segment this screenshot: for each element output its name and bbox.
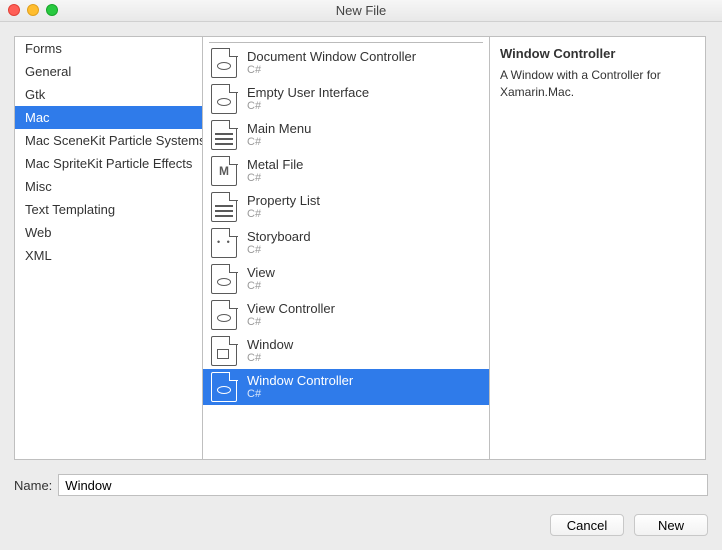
template-label: View — [247, 265, 275, 281]
category-item[interactable]: Text Templating — [15, 198, 202, 221]
category-item[interactable]: Forms — [15, 37, 202, 60]
template-sublabel: C# — [247, 100, 369, 113]
category-item[interactable]: Misc — [15, 175, 202, 198]
category-item[interactable]: XML — [15, 244, 202, 267]
file-icon — [211, 228, 237, 258]
minimize-icon[interactable] — [27, 4, 39, 16]
template-sublabel: C# — [247, 172, 303, 185]
file-icon — [211, 300, 237, 330]
file-icon: M — [211, 156, 237, 186]
file-icon — [211, 336, 237, 366]
file-icon — [211, 372, 237, 402]
name-label: Name: — [14, 478, 52, 493]
titlebar: New File — [0, 0, 722, 22]
template-item[interactable]: StoryboardC# — [203, 225, 489, 261]
category-item[interactable]: Mac SpriteKit Particle Effects — [15, 152, 202, 175]
category-item[interactable]: Mac — [15, 106, 202, 129]
template-sublabel: C# — [247, 244, 311, 257]
zoom-icon[interactable] — [46, 4, 58, 16]
file-icon — [211, 192, 237, 222]
category-item[interactable]: Gtk — [15, 83, 202, 106]
template-label: Window — [247, 337, 293, 353]
window-title: New File — [336, 3, 387, 18]
template-sublabel: C# — [247, 280, 275, 293]
template-sublabel: C# — [247, 64, 416, 77]
file-icon — [211, 120, 237, 150]
template-item[interactable]: Property ListC# — [203, 189, 489, 225]
file-icon — [211, 264, 237, 294]
new-button[interactable]: New — [634, 514, 708, 536]
description-body: A Window with a Controller for Xamarin.M… — [500, 67, 695, 101]
template-item[interactable]: Main MenuC# — [203, 117, 489, 153]
template-item[interactable]: Window ControllerC# — [203, 369, 489, 405]
template-item[interactable]: Document Window ControllerC# — [203, 45, 489, 81]
scroll-indicator — [209, 37, 483, 43]
template-list[interactable]: Document Window ControllerC#Empty User I… — [202, 36, 490, 460]
category-item[interactable]: General — [15, 60, 202, 83]
file-icon — [211, 84, 237, 114]
template-label: View Controller — [247, 301, 335, 317]
template-item[interactable]: View ControllerC# — [203, 297, 489, 333]
template-item[interactable]: ViewC# — [203, 261, 489, 297]
template-sublabel: C# — [247, 208, 320, 221]
category-item[interactable]: Web — [15, 221, 202, 244]
description-panel: Window Controller A Window with a Contro… — [490, 36, 706, 460]
name-input[interactable] — [58, 474, 708, 496]
template-label: Main Menu — [247, 121, 311, 137]
template-item[interactable]: Empty User InterfaceC# — [203, 81, 489, 117]
template-item[interactable]: M Metal FileC# — [203, 153, 489, 189]
template-sublabel: C# — [247, 316, 335, 329]
template-label: Storyboard — [247, 229, 311, 245]
category-list[interactable]: FormsGeneralGtkMacMac SceneKit Particle … — [14, 36, 202, 460]
template-label: Empty User Interface — [247, 85, 369, 101]
template-sublabel: C# — [247, 388, 353, 401]
template-item[interactable]: WindowC# — [203, 333, 489, 369]
template-label: Metal File — [247, 157, 303, 173]
template-sublabel: C# — [247, 136, 311, 149]
template-label: Window Controller — [247, 373, 353, 389]
template-label: Property List — [247, 193, 320, 209]
file-icon — [211, 48, 237, 78]
template-label: Document Window Controller — [247, 49, 416, 65]
window-controls — [8, 4, 58, 16]
category-item[interactable]: Mac SceneKit Particle Systems — [15, 129, 202, 152]
cancel-button[interactable]: Cancel — [550, 514, 624, 536]
close-icon[interactable] — [8, 4, 20, 16]
template-sublabel: C# — [247, 352, 293, 365]
description-title: Window Controller — [500, 45, 695, 63]
